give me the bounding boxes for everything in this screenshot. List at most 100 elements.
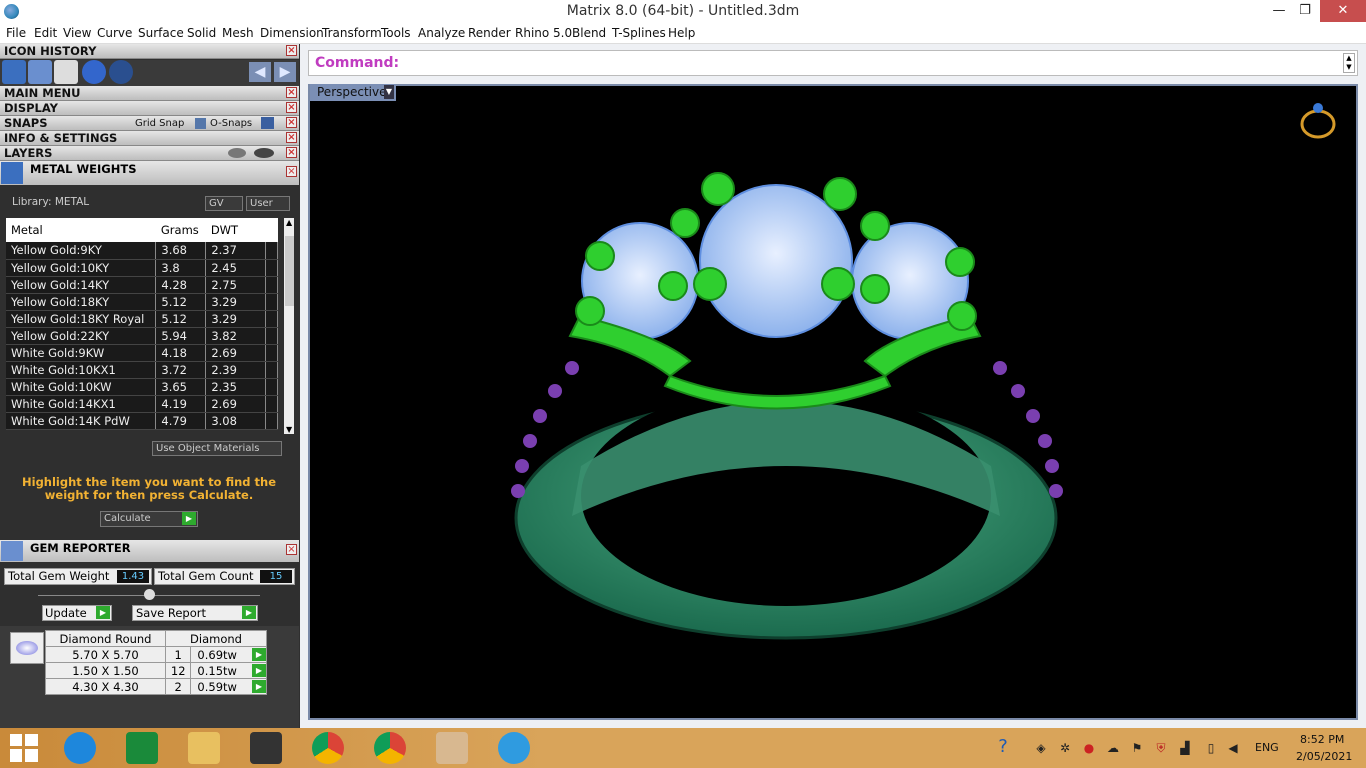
menu-view[interactable]: View <box>63 26 91 40</box>
center-gem[interactable] <box>699 184 853 338</box>
pearls-icon[interactable] <box>82 60 106 84</box>
gear-tool-icon[interactable] <box>109 60 133 84</box>
close-icon[interactable]: × <box>286 87 297 98</box>
table-row[interactable]: White Gold:9KW 4.18 2.69 <box>6 344 278 362</box>
menu-tools[interactable]: Tools <box>381 26 411 40</box>
table-row[interactable]: Yellow Gold:22KY 5.94 3.82 <box>6 327 278 345</box>
table-row[interactable]: Yellow Gold:9KY 3.68 2.37 <box>6 242 278 260</box>
shield-icon[interactable]: ⛨ <box>1154 741 1168 755</box>
calculate-button[interactable]: Calculate ▶ <box>100 511 198 527</box>
menu-transform[interactable]: Transform <box>322 26 382 40</box>
table-row[interactable]: White Gold:10KX1 3.72 2.39 <box>6 361 278 379</box>
ring-model[interactable] <box>310 86 1356 718</box>
close-button[interactable]: ✕ <box>1320 0 1366 22</box>
gv-toggle[interactable]: GV <box>205 196 243 211</box>
language-indicator[interactable]: ENG <box>1255 741 1279 754</box>
store-icon[interactable] <box>126 732 158 764</box>
table-row[interactable]: Yellow Gold:18KY Royal 5.12 3.29 <box>6 310 278 328</box>
close-icon[interactable]: × <box>286 544 297 555</box>
menu-help[interactable]: Help <box>668 26 695 40</box>
network-icon[interactable]: ◈ <box>1034 741 1048 755</box>
internet-explorer-icon[interactable] <box>64 732 96 764</box>
beats-icon[interactable]: ● <box>1082 741 1096 755</box>
chrome-icon[interactable] <box>374 732 406 764</box>
windows-start-icon[interactable] <box>10 734 38 762</box>
snaps-header[interactable]: SNAPS Grid Snap O-Snaps × <box>0 116 299 131</box>
table-row[interactable]: White Gold:10KW 3.65 2.35 <box>6 378 278 396</box>
close-icon[interactable]: × <box>286 117 297 128</box>
menu-surface[interactable]: Surface <box>138 26 184 40</box>
play-icon[interactable]: ▶ <box>252 680 266 693</box>
user-toggle[interactable]: User <box>246 196 290 211</box>
viewport-tab[interactable]: Perspective ▼ <box>310 84 396 101</box>
vray-icon[interactable] <box>498 732 530 764</box>
document-icon[interactable] <box>54 60 78 84</box>
menu-analyze[interactable]: Analyze <box>418 26 465 40</box>
scroll-up-icon[interactable]: ▲ <box>286 218 292 227</box>
use-object-materials-button[interactable]: Use Object Materials <box>152 441 282 456</box>
battery-icon[interactable]: ▯ <box>1204 741 1218 755</box>
command-scroll-icon[interactable]: ▲ ▼ <box>1343 53 1355 73</box>
close-icon[interactable]: × <box>286 132 297 143</box>
gem-row[interactable]: 4.30 X 4.30 2 0.59tw ▶ <box>45 678 267 695</box>
viewport-perspective[interactable] <box>308 84 1358 720</box>
table-row[interactable]: Yellow Gold:14KY 4.28 2.75 <box>6 276 278 294</box>
close-icon[interactable]: × <box>286 166 297 177</box>
display-header[interactable]: DISPLAY × <box>0 101 299 116</box>
gizmo-ring-icon[interactable] <box>1300 103 1336 139</box>
menu-blend[interactable]: Blend <box>572 26 606 40</box>
hide-icon[interactable] <box>228 148 246 158</box>
menu-mesh[interactable]: Mesh <box>222 26 254 40</box>
icon-history-header[interactable]: ICON HISTORY × <box>0 44 299 59</box>
close-icon[interactable]: × <box>286 45 297 56</box>
update-button[interactable]: Update ▶ <box>42 605 112 621</box>
layers-header[interactable]: LAYERS × <box>0 146 299 161</box>
close-icon[interactable]: × <box>286 102 297 113</box>
scroll-down-icon[interactable]: ▼ <box>286 425 292 434</box>
clock-date[interactable]: 2/05/2021 <box>1296 750 1352 763</box>
menu-dimension[interactable]: Dimension <box>260 26 324 40</box>
help-icon[interactable]: ? <box>992 736 1014 758</box>
file-explorer-icon[interactable] <box>188 732 220 764</box>
menu-render[interactable]: Render <box>468 26 511 40</box>
scrollbar[interactable]: ▲ ▼ <box>284 218 294 434</box>
snowflake-icon[interactable]: ✲ <box>1058 741 1072 755</box>
chevron-down-icon[interactable]: ▼ <box>384 85 394 99</box>
dwt-column-header[interactable]: DWT <box>205 218 266 242</box>
table-row[interactable]: White Gold:14K PdW 4.79 3.08 <box>6 412 278 430</box>
onedrive-icon[interactable]: ☁ <box>1106 741 1120 755</box>
table-row[interactable]: Yellow Gold:18KY 5.12 3.29 <box>6 293 278 311</box>
menu-curve[interactable]: Curve <box>97 26 132 40</box>
gem-tool-icon[interactable] <box>2 60 26 84</box>
close-icon[interactable]: × <box>286 147 297 158</box>
gem-row[interactable]: 1.50 X 1.50 12 0.15tw ▶ <box>45 662 267 679</box>
play-icon[interactable]: ▶ <box>252 664 266 677</box>
paint-icon[interactable] <box>436 732 468 764</box>
clock-time[interactable]: 8:52 PM <box>1300 733 1344 746</box>
flag-icon[interactable]: ⚑ <box>1130 741 1144 755</box>
menu-edit[interactable]: Edit <box>34 26 57 40</box>
maximize-button[interactable]: ❐ <box>1288 0 1322 22</box>
eye-icon[interactable] <box>254 148 274 158</box>
gem-row[interactable]: 5.70 X 5.70 1 0.69tw ▶ <box>45 646 267 663</box>
play-icon[interactable]: ▶ <box>252 648 266 661</box>
menu-file[interactable]: File <box>6 26 26 40</box>
forward-arrow-icon[interactable]: ▶ <box>274 62 296 82</box>
osnaps-toggle[interactable] <box>261 117 274 129</box>
save-report-button[interactable]: Save Report ▶ <box>132 605 258 621</box>
command-bar[interactable]: Command: ▲ ▼ <box>308 50 1358 76</box>
back-arrow-icon[interactable]: ◀ <box>249 62 271 82</box>
table-row[interactable]: White Gold:14KX1 4.19 2.69 <box>6 395 278 413</box>
main-menu-header[interactable]: MAIN MENU × <box>0 86 299 101</box>
gem-report-icon[interactable] <box>28 60 52 84</box>
info-settings-header[interactable]: INFO & SETTINGS × <box>0 131 299 146</box>
grid-snap-toggle[interactable] <box>195 118 206 129</box>
menu-rhino5[interactable]: Rhino 5.0 <box>515 26 572 40</box>
menu-solid[interactable]: Solid <box>187 26 216 40</box>
signal-icon[interactable]: ▟ <box>1178 741 1192 755</box>
chrome-icon[interactable] <box>312 732 344 764</box>
scroll-thumb[interactable] <box>285 236 294 306</box>
matrix-app-icon[interactable] <box>250 732 282 764</box>
grams-column-header[interactable]: Grams <box>155 218 206 242</box>
slider-handle[interactable] <box>144 589 155 600</box>
